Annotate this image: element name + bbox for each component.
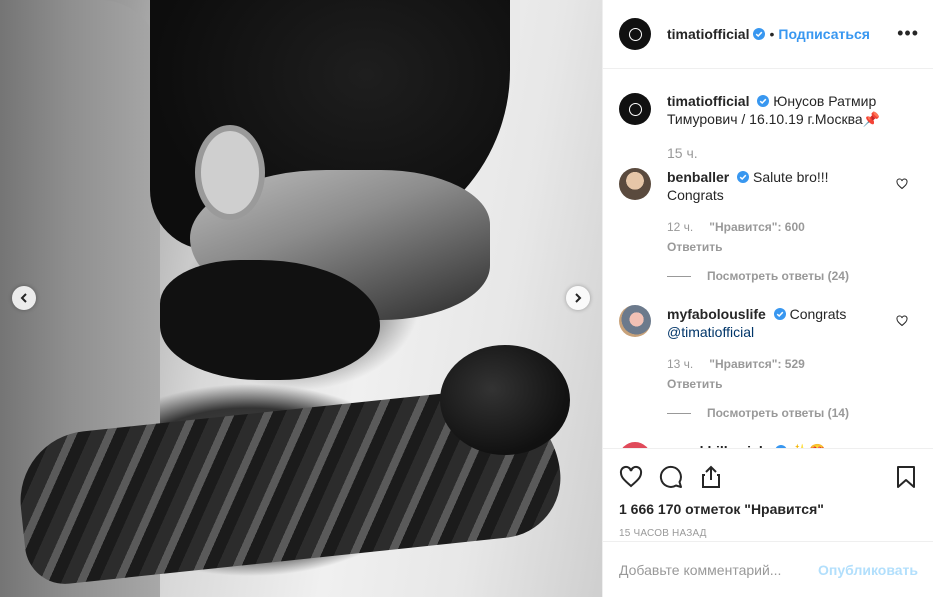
view-replies-button[interactable]: Посмотреть ответы (14) — [667, 406, 918, 420]
post-actions: 1 666 170 отметок "Нравится" 15 часов на… — [603, 448, 933, 539]
comment-likes[interactable]: "Нравится": 529 — [709, 357, 805, 371]
post-timestamp[interactable]: 15 часов назад — [619, 528, 918, 539]
commenter-avatar[interactable] — [619, 168, 651, 200]
comment-time[interactable]: 13 ч. — [667, 357, 693, 371]
reply-button[interactable]: Ответить — [667, 240, 722, 254]
comment-input[interactable] — [619, 561, 819, 578]
next-photo-button[interactable] — [566, 286, 590, 310]
follow-button[interactable]: Подписаться — [778, 26, 870, 42]
heart-icon[interactable] — [619, 465, 643, 489]
chevron-left-icon — [20, 293, 27, 303]
previous-photo-button[interactable] — [12, 286, 36, 310]
replies-line — [667, 412, 691, 414]
commenter-avatar[interactable] — [619, 305, 651, 337]
photo-ear — [195, 125, 265, 220]
add-comment-bar: Опубликовать — [603, 541, 933, 597]
view-replies-button[interactable]: Посмотреть ответы (24) — [667, 269, 918, 283]
reply-button[interactable]: Ответить — [667, 377, 722, 391]
photo-baby-head — [440, 345, 570, 455]
verified-badge-icon — [753, 28, 766, 40]
share-icon[interactable] — [699, 465, 723, 489]
header-separator: • — [769, 26, 775, 42]
author-username[interactable]: timatiofficial — [667, 26, 749, 42]
verified-badge-icon — [773, 308, 786, 320]
comment-username[interactable]: benballer — [667, 169, 729, 185]
verified-badge-icon — [737, 171, 750, 183]
comment-text: Congrats — [789, 306, 847, 322]
post-photo[interactable] — [0, 0, 602, 597]
replies-line — [667, 275, 691, 277]
post-side-panel: timatiofficial • Подписаться ••• timatio… — [602, 0, 933, 597]
like-comment-heart-icon[interactable] — [896, 315, 908, 327]
comment-time[interactable]: 12 ч. — [667, 220, 693, 234]
comment-item: myfabolouslife Congrats @timatiofficial … — [619, 305, 918, 393]
comment-likes[interactable]: "Нравится": 600 — [709, 220, 805, 234]
bookmark-icon[interactable] — [894, 465, 918, 489]
like-comment-heart-icon[interactable] — [896, 178, 908, 190]
comment-icon[interactable] — [659, 465, 683, 489]
more-options-button[interactable]: ••• — [897, 24, 919, 42]
caption-author-avatar[interactable] — [619, 93, 651, 125]
comment-meta: 12 ч. "Нравится": 600 — [667, 218, 918, 236]
likes-count[interactable]: 1 666 170 отметок "Нравится" — [619, 501, 918, 517]
post-header: timatiofficial • Подписаться ••• — [603, 0, 933, 69]
verified-badge-icon — [757, 95, 770, 107]
comment-item: benballer Salute bro!!! Congrats 12 ч. "Н… — [619, 168, 918, 256]
publish-button[interactable]: Опубликовать — [818, 562, 918, 578]
post-caption: timatiofficial Юнусов Ратмир Тимурович /… — [619, 92, 918, 162]
author-avatar[interactable] — [619, 18, 651, 50]
comment-meta: 13 ч. "Нравится": 529 — [667, 355, 876, 373]
comment-mention-link[interactable]: @timatiofficial — [667, 324, 754, 340]
caption-time[interactable]: 15 ч. — [667, 144, 918, 162]
action-icons-row — [619, 459, 918, 495]
chevron-right-icon — [575, 293, 582, 303]
caption-username[interactable]: timatiofficial — [667, 93, 749, 109]
comments-list[interactable]: timatiofficial Юнусов Ратмир Тимурович /… — [603, 70, 933, 448]
comment-username[interactable]: myfabolouslife — [667, 306, 766, 322]
